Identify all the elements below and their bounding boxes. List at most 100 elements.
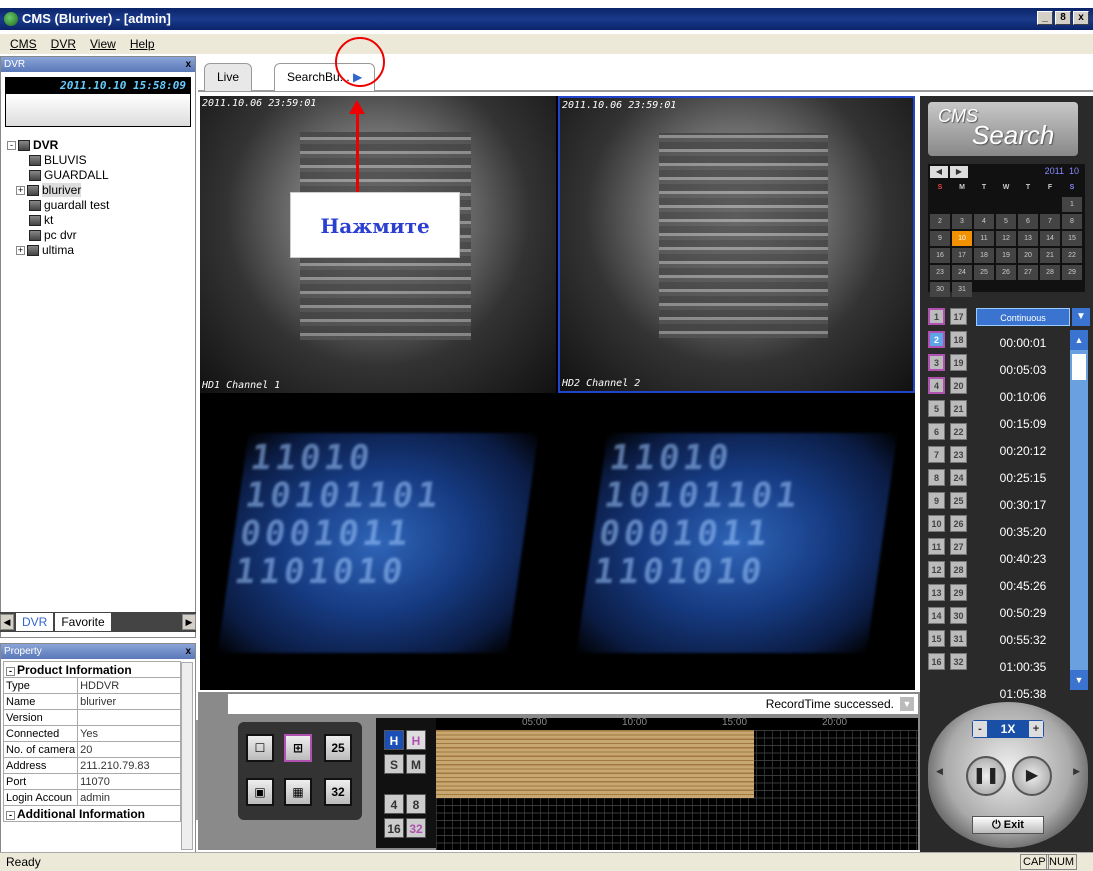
time-list-item[interactable]: 00:40:23 xyxy=(976,546,1070,573)
time-list-item[interactable]: 00:35:20 xyxy=(976,519,1070,546)
m-button[interactable]: M xyxy=(406,754,426,774)
calendar-day[interactable]: 19 xyxy=(996,248,1016,263)
pause-button[interactable]: ❚❚ xyxy=(966,756,1006,796)
time-list-scrollbar[interactable]: ▲ ▼ xyxy=(1070,330,1088,690)
time-list-item[interactable]: 00:15:09 xyxy=(976,411,1070,438)
camera-select-button[interactable]: 31 xyxy=(950,630,967,647)
layout-25-button[interactable]: 25 xyxy=(324,734,352,762)
calendar-day[interactable]: 4 xyxy=(974,214,994,229)
scroll-up-icon[interactable]: ▲ xyxy=(1070,330,1088,350)
tree-node-kt[interactable]: kt xyxy=(7,213,189,228)
camera-select-button[interactable]: 5 xyxy=(928,400,945,417)
camera-select-button[interactable]: 32 xyxy=(950,653,967,670)
speed-plus-button[interactable]: + xyxy=(1029,721,1043,737)
section-additional-info[interactable]: - Additional Information xyxy=(3,805,181,822)
camera-select-button[interactable]: 15 xyxy=(928,630,945,647)
next-month-icon[interactable]: ▶ xyxy=(950,166,968,178)
camera-select-button[interactable]: 30 xyxy=(950,607,967,624)
camera-select-button[interactable]: 6 xyxy=(928,423,945,440)
forward-icon[interactable]: ▶ xyxy=(1073,766,1080,777)
calendar-day[interactable]: 23 xyxy=(930,265,950,280)
calendar-day[interactable]: 25 xyxy=(974,265,994,280)
tree-node-bluvis[interactable]: BLUVIS xyxy=(7,153,189,168)
camera-select-button[interactable]: 19 xyxy=(950,354,967,371)
camera-select-button[interactable]: 14 xyxy=(928,607,945,624)
property-panel-close-icon[interactable]: x xyxy=(185,644,191,659)
calendar-day[interactable]: 7 xyxy=(1040,214,1060,229)
tree-node-guardall-test[interactable]: guardall test xyxy=(7,198,189,213)
tab-scroll-left-icon[interactable]: ◀ xyxy=(0,614,14,630)
layout-6-button[interactable]: ▣ xyxy=(246,778,274,806)
tree-node-pc-dvr[interactable]: pc dvr xyxy=(7,228,189,243)
calendar-day[interactable]: 13 xyxy=(1018,231,1038,246)
camera-select-button[interactable]: 12 xyxy=(928,561,945,578)
section-product-info[interactable]: - Product Information xyxy=(3,661,181,678)
camera-select-button[interactable]: 27 xyxy=(950,538,967,555)
camera-select-button[interactable]: 26 xyxy=(950,515,967,532)
camera-select-button[interactable]: 8 xyxy=(928,469,945,486)
time-list-item[interactable]: 00:45:26 xyxy=(976,573,1070,600)
scroll-down-icon[interactable]: ▼ xyxy=(1070,670,1088,690)
calendar-day[interactable]: 12 xyxy=(996,231,1016,246)
ch-16-button[interactable]: 16 xyxy=(384,818,404,838)
calendar-day[interactable]: 31 xyxy=(952,282,972,297)
camera-select-button[interactable]: 4 xyxy=(928,377,945,394)
tab-live[interactable]: Live xyxy=(204,63,253,91)
menu-help[interactable]: Help xyxy=(130,37,155,51)
time-list-item[interactable]: 00:10:06 xyxy=(976,384,1070,411)
tree-node-bluriver[interactable]: + bluriver xyxy=(7,183,189,198)
prev-month-icon[interactable]: ◀ xyxy=(930,166,948,178)
calendar-day[interactable]: 11 xyxy=(974,231,994,246)
recording-timeline[interactable]: 05:00 10:00 15:00 20:00 xyxy=(436,717,918,850)
tree-node-dvr[interactable]: - DVR xyxy=(7,138,189,153)
time-list-item[interactable]: 00:25:15 xyxy=(976,465,1070,492)
minimize-button[interactable]: _ xyxy=(1037,11,1053,25)
hd-button-2[interactable]: H xyxy=(406,730,426,750)
calendar-day[interactable]: 17 xyxy=(952,248,972,263)
time-list-item[interactable]: 00:00:01 xyxy=(976,330,1070,357)
ch-32-button[interactable]: 32 xyxy=(406,818,426,838)
close-button[interactable]: x xyxy=(1073,11,1089,25)
collapse-icon[interactable]: - xyxy=(7,141,16,151)
s-button[interactable]: S xyxy=(384,754,404,774)
tab-favorite[interactable]: Favorite xyxy=(55,613,111,631)
calendar-day[interactable]: 2 xyxy=(930,214,950,229)
time-list-item[interactable]: 00:50:29 xyxy=(976,600,1070,627)
calendar-day[interactable]: 10 xyxy=(952,231,972,246)
restore-button[interactable]: 8 xyxy=(1055,11,1071,25)
calendar-day[interactable]: 26 xyxy=(996,265,1016,280)
camera-select-button[interactable]: 13 xyxy=(928,584,945,601)
camera-select-button[interactable]: 21 xyxy=(950,400,967,417)
calendar-day[interactable]: 1 xyxy=(1062,197,1082,212)
camera-select-button[interactable]: 9 xyxy=(928,492,945,509)
record-mode-select[interactable]: Continuous xyxy=(976,308,1070,326)
property-scrollbar[interactable] xyxy=(181,662,193,850)
calendar-day[interactable]: 9 xyxy=(930,231,950,246)
speed-minus-button[interactable]: - xyxy=(973,721,987,737)
tree-node-guardall[interactable]: GUARDALL xyxy=(7,168,189,183)
layout-4-button[interactable]: ⊞ xyxy=(284,734,312,762)
camera-select-button[interactable]: 23 xyxy=(950,446,967,463)
exit-button[interactable]: ⏻ Exit xyxy=(972,816,1044,834)
calendar-day[interactable]: 6 xyxy=(1018,214,1038,229)
calendar-day[interactable]: 21 xyxy=(1040,248,1060,263)
calendar-day[interactable]: 18 xyxy=(974,248,994,263)
calendar-day[interactable]: 29 xyxy=(1062,265,1082,280)
time-list-item[interactable]: 00:30:17 xyxy=(976,492,1070,519)
hd-button-1[interactable]: H xyxy=(384,730,404,750)
calendar-day[interactable]: 20 xyxy=(1018,248,1038,263)
rewind-icon[interactable]: ◀ xyxy=(936,766,943,777)
calendar-day[interactable]: 5 xyxy=(996,214,1016,229)
camera-view-3[interactable]: 11010 10101101 0001011 1101010 xyxy=(200,395,556,690)
camera-select-button[interactable]: 11 xyxy=(928,538,945,555)
calendar-day[interactable]: 3 xyxy=(952,214,972,229)
time-list-item[interactable]: 00:20:12 xyxy=(976,438,1070,465)
calendar-day[interactable]: 30 xyxy=(930,282,950,297)
camera-select-button[interactable]: 24 xyxy=(950,469,967,486)
camera-view-2[interactable]: 2011.10.06 23:59:01 HD2 Channel 2 xyxy=(558,96,915,393)
ch-4-button[interactable]: 4 xyxy=(384,794,404,814)
expand-icon[interactable]: + xyxy=(16,246,25,256)
camera-select-button[interactable]: 20 xyxy=(950,377,967,394)
camera-select-button[interactable]: 1 xyxy=(928,308,945,325)
camera-select-button[interactable]: 28 xyxy=(950,561,967,578)
